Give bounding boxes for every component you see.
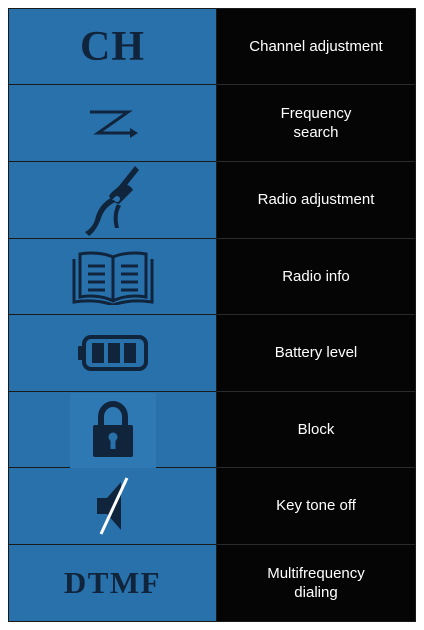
dtmf-text-icon: DTMF <box>63 564 162 600</box>
label-cell: Radio info <box>217 238 415 316</box>
icon-cell <box>9 161 217 239</box>
icon-cell: CH <box>9 9 217 86</box>
pliers-icon <box>84 165 139 236</box>
label-battery-level: Battery level <box>274 344 358 362</box>
icon-cell: DTMF <box>9 544 217 621</box>
legend-table: CH Channel adjustment Frequency search R… <box>8 8 416 622</box>
label-block: Block <box>297 420 335 438</box>
ch-text-icon: CH <box>80 23 145 70</box>
icon-cell <box>9 85 217 162</box>
icon-cell <box>9 315 217 392</box>
open-book-icon <box>72 251 153 305</box>
label-frequency-search: Frequency search <box>280 105 352 142</box>
label-radio-adjustment: Radio adjustment <box>257 191 375 209</box>
battery-icon <box>77 334 148 371</box>
label-radio-info: Radio info <box>282 268 350 286</box>
icon-cell <box>9 391 217 471</box>
speaker-muted-icon <box>96 477 128 535</box>
padlock-icon <box>92 401 133 458</box>
label-key-tone-off: Key tone off <box>276 497 356 515</box>
label-multifrequency-dialing: Multifrequency dialing <box>267 564 365 601</box>
label-channel-adjustment: Channel adjustment <box>249 38 383 56</box>
label-cell: Channel adjustment <box>217 9 415 86</box>
frequency-search-arrow-icon <box>89 110 138 139</box>
label-cell: Block <box>217 391 415 469</box>
icon-cell <box>9 468 217 545</box>
label-cell: Multifrequency dialing <box>217 544 415 621</box>
label-cell: Key tone off <box>217 468 415 545</box>
label-cell: Frequency search <box>217 85 415 162</box>
icon-cell <box>9 238 217 316</box>
label-cell: Battery level <box>217 315 415 392</box>
label-cell: Radio adjustment <box>217 161 415 239</box>
